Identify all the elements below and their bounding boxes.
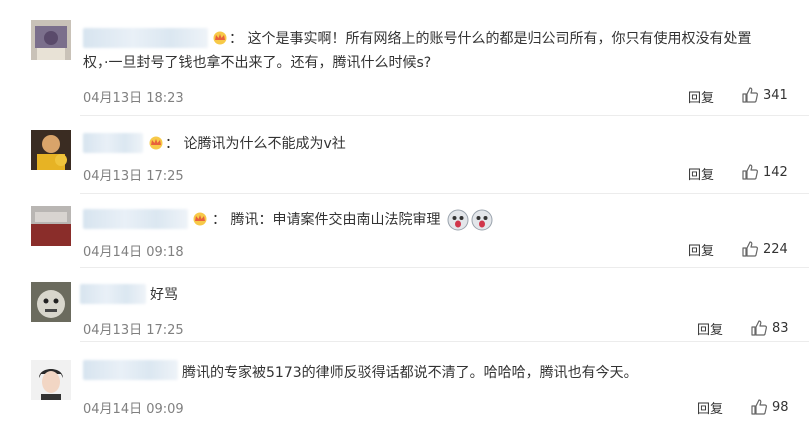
comment-text: ： 腾讯：申请案件交由南山法院审理	[212, 206, 493, 234]
comment-item: ： 这个是事实啊！所有网络上的账号什么的都是归公司所有，你只有使用权没有处置 权…	[0, 0, 809, 116]
username[interactable]	[83, 28, 208, 48]
like-count: 224	[763, 241, 788, 257]
like-count: 98	[772, 399, 789, 415]
comment-text-continued: 权，·一旦封号了钱也拿不出来了。还有，腾讯什么时候s?	[83, 55, 432, 71]
like-count: 142	[763, 164, 788, 180]
like-button[interactable]: 83	[750, 319, 789, 337]
avatar[interactable]	[31, 282, 71, 322]
doge-emoji-icon	[471, 209, 493, 231]
like-button[interactable]: 341	[741, 86, 788, 104]
timestamp: 04月13日 17:25	[83, 323, 184, 338]
like-button[interactable]: 142	[741, 163, 788, 181]
thumbs-up-icon	[751, 320, 767, 336]
username[interactable]	[83, 209, 188, 229]
crown-icon	[149, 136, 163, 150]
reply-button[interactable]: 回复	[697, 319, 723, 338]
comment-item: ： 腾讯：申请案件交由南山法院审理 04月14日 09:18 回复 224	[0, 194, 809, 268]
timestamp: 04月13日 17:25	[83, 169, 184, 184]
avatar[interactable]	[31, 20, 71, 60]
comment-item: ： 论腾讯为什么不能成为v社 04月13日 17:25 回复 142	[0, 116, 809, 194]
comment-item: 腾讯的专家被5173的律师反驳得话都说不清了。哈哈哈，腾讯也有今天。 04月14…	[0, 342, 809, 425]
thumbs-up-icon	[742, 87, 758, 103]
doge-emoji-icon	[447, 209, 469, 231]
timestamp: 04月14日 09:18	[83, 245, 184, 260]
avatar[interactable]	[31, 206, 71, 246]
crown-icon	[193, 212, 207, 226]
username[interactable]	[83, 360, 178, 380]
timestamp: 04月13日 18:23	[83, 91, 184, 106]
like-button[interactable]: 98	[750, 398, 789, 416]
username[interactable]	[83, 133, 143, 153]
like-count: 341	[763, 87, 788, 103]
reply-button[interactable]: 回复	[697, 398, 723, 417]
comment-text: ： 论腾讯为什么不能成为v社	[165, 136, 346, 152]
reply-button[interactable]: 回复	[688, 164, 714, 183]
timestamp: 04月14日 09:09	[83, 402, 184, 417]
comment-text: 腾讯的专家被5173的律师反驳得话都说不清了。哈哈哈，腾讯也有今天。	[182, 365, 638, 381]
comment-text: 好骂	[150, 287, 178, 303]
avatar[interactable]	[31, 360, 71, 400]
thumbs-up-icon	[751, 399, 767, 415]
comment-item: 好骂 04月13日 17:25 回复 83	[0, 268, 809, 342]
like-button[interactable]: 224	[741, 240, 788, 258]
username[interactable]	[80, 284, 146, 304]
like-count: 83	[772, 320, 789, 336]
reply-button[interactable]: 回复	[688, 87, 714, 106]
thumbs-up-icon	[742, 164, 758, 180]
reply-button[interactable]: 回复	[688, 240, 714, 259]
avatar[interactable]	[31, 130, 71, 170]
comment-list: ： 这个是事实啊！所有网络上的账号什么的都是归公司所有，你只有使用权没有处置 权…	[0, 0, 809, 425]
crown-icon	[213, 31, 227, 45]
thumbs-up-icon	[742, 241, 758, 257]
